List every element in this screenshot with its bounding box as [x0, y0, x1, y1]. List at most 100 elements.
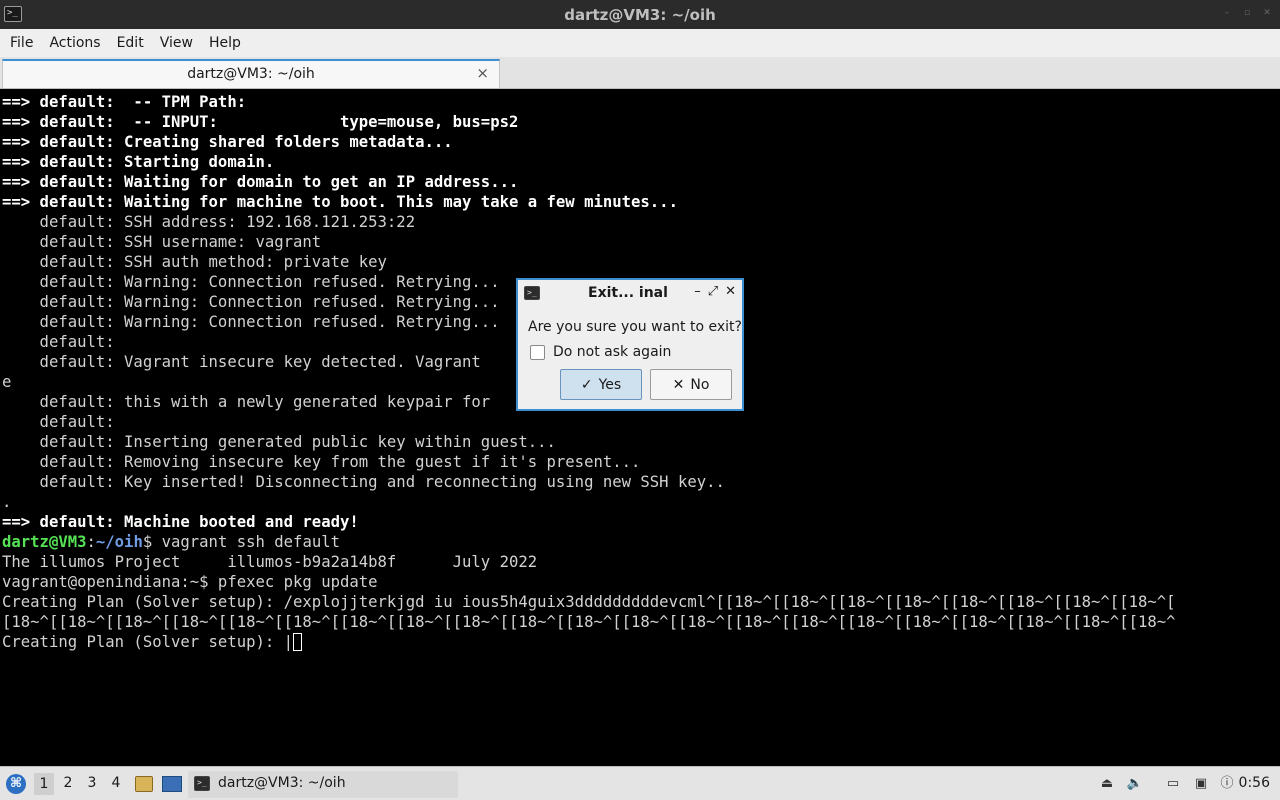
minimize-icon[interactable]: –: [1222, 8, 1232, 18]
terminal-cursor: [293, 633, 303, 651]
menu-actions[interactable]: Actions: [41, 29, 108, 57]
terminal-segment: ==> default: Creating shared folders met…: [2, 133, 453, 151]
do-not-ask-row[interactable]: Do not ask again: [530, 344, 671, 360]
terminal-line: default: Key inserted! Disconnecting and…: [2, 473, 725, 491]
terminal-segment: default: Inserting generated public key …: [2, 433, 556, 451]
terminal-output[interactable]: ==> default: -- TPM Path: ==> default: -…: [0, 90, 1280, 766]
terminal-line: default: Inserting generated public key …: [2, 433, 556, 451]
terminal-line: [18~^[[18~^[[18~^[[18~^[[18~^[[18~^[[18~…: [2, 613, 1176, 631]
yes-button[interactable]: ✓ Yes: [560, 369, 642, 400]
start-menu-icon[interactable]: ⌘: [6, 774, 26, 794]
do-not-ask-label[interactable]: Do not ask again: [553, 344, 671, 360]
menu-view[interactable]: View: [152, 29, 201, 57]
terminal-segment: e: [2, 373, 12, 391]
terminal-segment: ~/oih: [95, 533, 143, 551]
show-desktop-icon[interactable]: [162, 776, 182, 792]
terminal-line: ==> default: Waiting for machine to boot…: [2, 193, 678, 211]
workspace-3[interactable]: 3: [82, 775, 102, 791]
clock: 0:56: [1238, 775, 1270, 791]
terminal-segment: ==> default: Starting domain.: [2, 153, 275, 171]
dialog-title: Exit... inal: [588, 285, 668, 301]
terminal-line: default: Warning: Connection refused. Re…: [2, 313, 500, 331]
tab-close-icon[interactable]: ×: [476, 64, 489, 82]
terminal-line: default:: [2, 333, 115, 351]
terminal-segment: dartz@VM3: [2, 533, 87, 551]
workspace-1[interactable]: 1: [34, 773, 54, 795]
terminal-segment: default: this with a newly generated key…: [2, 393, 491, 411]
dialog-titlebar[interactable]: >_ Exit... inal – ⤢ ✕: [518, 280, 742, 306]
menu-edit[interactable]: Edit: [109, 29, 152, 57]
window-title: dartz@VM3: ~/oih: [564, 6, 716, 24]
terminal-line: default: SSH auth method: private key: [2, 253, 387, 271]
file-manager-icon[interactable]: [135, 776, 153, 792]
terminal-line: ==> default: Machine booted and ready!: [2, 513, 359, 531]
maximize-icon[interactable]: ▫: [1242, 8, 1252, 18]
terminal-line: dartz@VM3:~/oih$ vagrant ssh default: [2, 533, 340, 551]
workspace-2[interactable]: 2: [58, 775, 78, 791]
terminal-segment: $ vagrant ssh default: [142, 533, 340, 551]
terminal-line: ==> default: -- INPUT: type=mouse, bus=p…: [2, 113, 518, 131]
terminal-segment: ==> default: -- INPUT: type=mouse, bus=p…: [2, 113, 519, 131]
tab-terminal[interactable]: dartz@VM3: ~/oih ×: [2, 59, 500, 88]
notification-icon[interactable]: ⓘ: [1218, 775, 1236, 793]
taskbar-terminal-button[interactable]: >_ dartz@VM3: ~/oih: [188, 771, 458, 798]
terminal-segment: ==> default: -- TPM Path:: [2, 93, 247, 111]
terminal-line: ==> default: Creating shared folders met…: [2, 133, 453, 151]
tab-label: dartz@VM3: ~/oih: [187, 66, 315, 82]
terminal-segment: [18~^[[18~^[[18~^[[18~^[[18~^[[18~^[[18~…: [2, 613, 1176, 631]
terminal-line: default: SSH address: 192.168.121.253:22: [2, 213, 416, 231]
close-icon[interactable]: ✕: [1262, 8, 1272, 18]
volume-icon[interactable]: 🔈: [1126, 775, 1144, 793]
terminal-segment: default: Warning: Connection refused. Re…: [2, 313, 500, 331]
terminal-segment: ==> default: Waiting for machine to boot…: [2, 193, 678, 211]
terminal-line: Creating Plan (Solver setup): |: [2, 633, 303, 651]
terminal-segment: Creating Plan (Solver setup): |: [2, 633, 294, 651]
terminal-line: e: [2, 373, 11, 391]
menu-bar: File Actions Edit View Help: [0, 29, 1280, 57]
no-button[interactable]: ✕ No: [650, 369, 732, 400]
terminal-segment: ==> default: Waiting for domain to get a…: [2, 173, 519, 191]
terminal-segment: default: Key inserted! Disconnecting and…: [2, 473, 725, 491]
terminal-segment: default: Removing insecure key from the …: [2, 453, 641, 471]
dialog-message: Are you sure you want to exit?: [528, 319, 742, 335]
terminal-line: default: Warning: Connection refused. Re…: [2, 273, 500, 291]
network-icon[interactable]: ▣: [1192, 775, 1210, 793]
terminal-segment: default: Warning: Connection refused. Re…: [2, 273, 500, 291]
taskbar: ⌘ 1 2 3 4 >_ dartz@VM3: ~/oih ⏏ 🔈 ▭ ▣ ⓘ …: [0, 766, 1280, 800]
terminal-line: Creating Plan (Solver setup): /explojjte…: [2, 593, 1176, 611]
terminal-segment: :: [86, 533, 96, 551]
dialog-close-icon[interactable]: ✕: [725, 284, 736, 299]
window-titlebar[interactable]: >_ dartz@VM3: ~/oih – ▫ ✕: [0, 0, 1280, 29]
terminal-segment: default: Warning: Connection refused. Re…: [2, 293, 500, 311]
terminal-segment: .: [2, 493, 12, 511]
terminal-segment: ==> default: Machine booted and ready!: [2, 513, 359, 531]
terminal-line: default:: [2, 413, 115, 431]
checkmark-icon: ✓: [580, 376, 593, 393]
terminal-line: default: SSH username: vagrant: [2, 233, 322, 251]
terminal-line: default: this with a newly generated key…: [2, 393, 491, 411]
terminal-line: vagrant@openindiana:~$ pfexec pkg update: [2, 573, 378, 591]
terminal-icon: >_: [194, 776, 210, 791]
do-not-ask-checkbox[interactable]: [530, 344, 545, 360]
dialog-minimize-icon[interactable]: –: [694, 284, 701, 299]
terminal-line: .: [2, 493, 11, 511]
clipboard-icon[interactable]: ▭: [1164, 775, 1182, 793]
exit-dialog: >_ Exit... inal – ⤢ ✕ Are you sure you w…: [516, 278, 744, 411]
terminal-line: default: Warning: Connection refused. Re…: [2, 293, 500, 311]
terminal-segment: default:: [2, 413, 115, 431]
dialog-maximize-icon[interactable]: ⤢: [708, 284, 718, 299]
menu-file[interactable]: File: [2, 29, 41, 57]
no-label: No: [690, 376, 710, 393]
terminal-line: default: Removing insecure key from the …: [2, 453, 641, 471]
taskbar-terminal-label: dartz@VM3: ~/oih: [218, 775, 346, 791]
tab-bar: dartz@VM3: ~/oih ×: [0, 57, 1280, 89]
menu-help[interactable]: Help: [201, 29, 249, 57]
terminal-segment: Creating Plan (Solver setup): /explojjte…: [2, 593, 1176, 611]
terminal-segment: default: SSH auth method: private key: [2, 253, 387, 271]
terminal-segment: default:: [2, 333, 115, 351]
terminal-line: ==> default: Waiting for domain to get a…: [2, 173, 518, 191]
eject-icon[interactable]: ⏏: [1098, 775, 1116, 793]
terminal-icon: >_: [524, 286, 540, 300]
terminal-segment: default: SSH username: vagrant: [2, 233, 322, 251]
workspace-4[interactable]: 4: [106, 775, 126, 791]
